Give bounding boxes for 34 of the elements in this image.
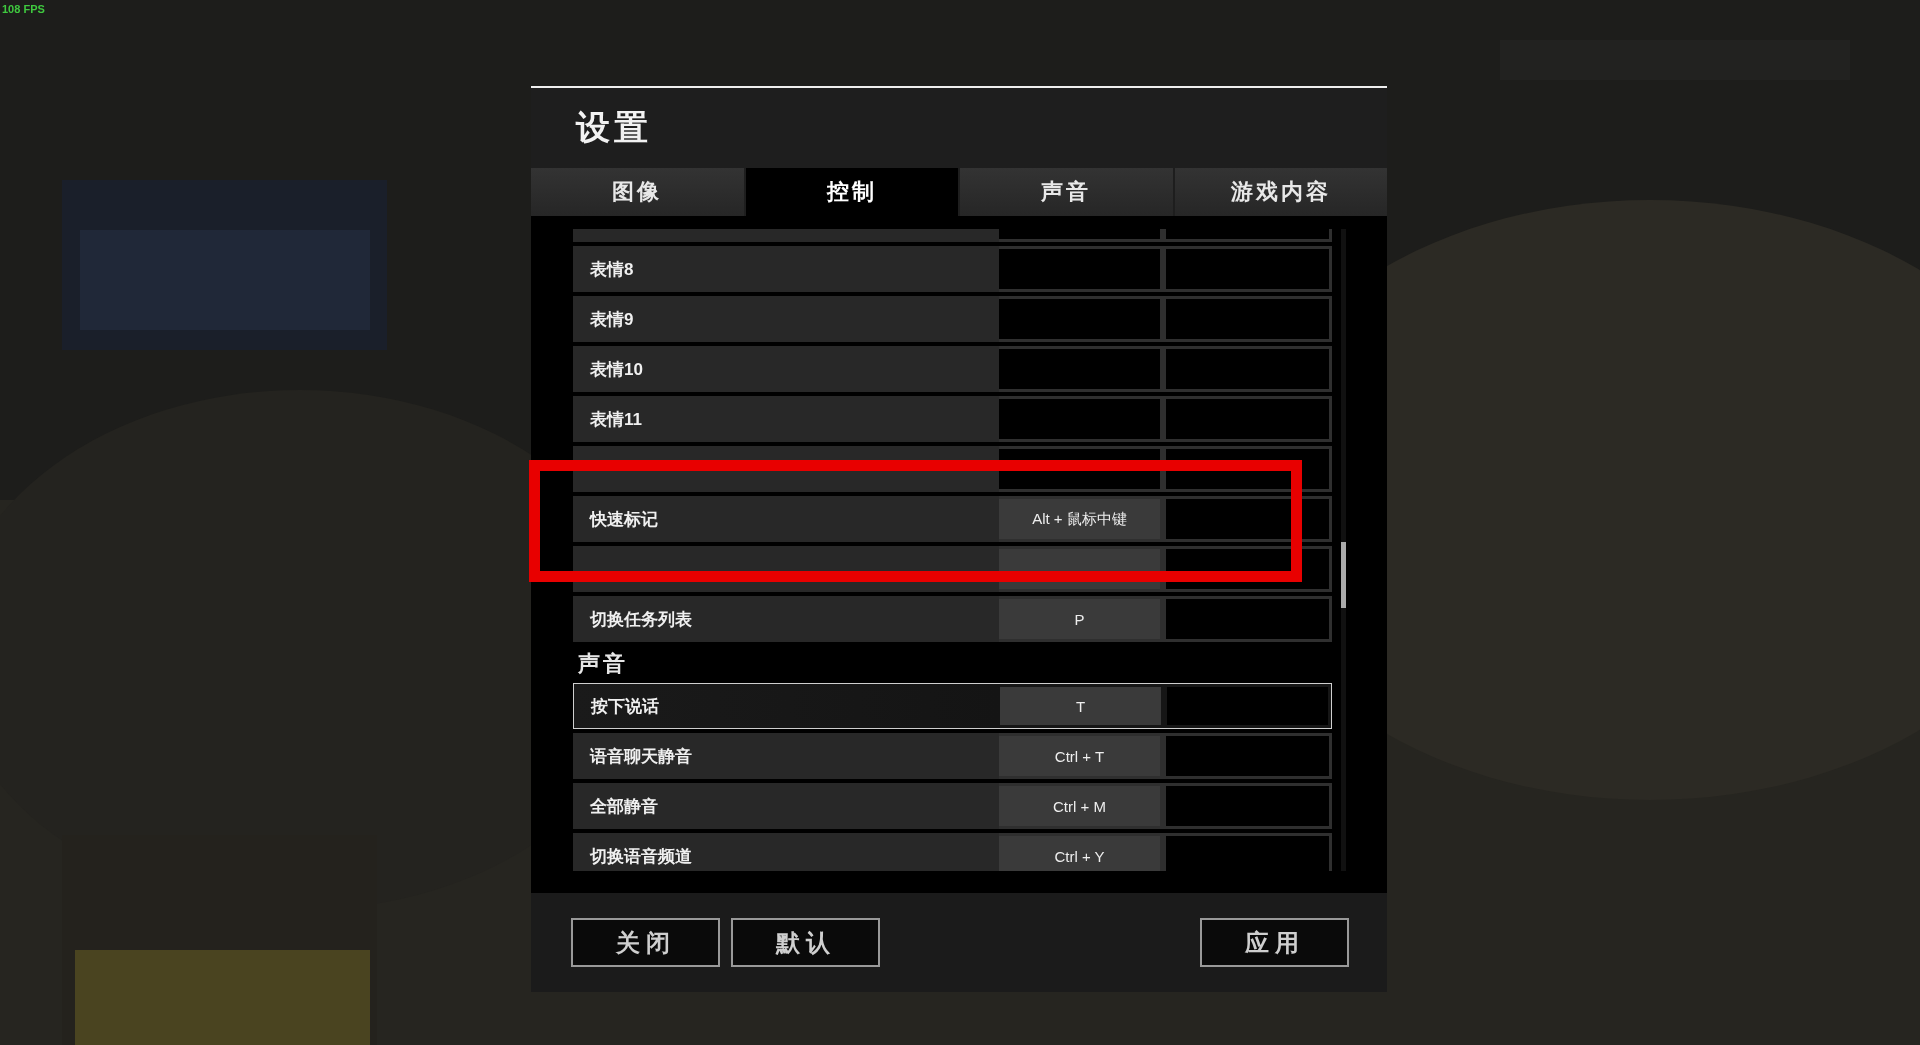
tab[interactable]: 游戏内容 [1174,168,1387,216]
footer-button[interactable]: 默认 [731,918,880,967]
tab[interactable]: 声音 [960,168,1173,216]
key-binding[interactable]: Ctrl + M [999,786,1160,826]
key-binding[interactable]: Ctrl + Y [999,836,1160,871]
binding-row[interactable]: 切换语音频道 Ctrl + Y [573,833,1332,871]
footer-button[interactable]: 关闭 [571,918,720,967]
binding-label: 快速标记 [590,508,658,531]
tab[interactable]: 控制 [745,168,958,216]
scrollbar-thumb[interactable] [1341,542,1346,608]
binding-label: 全部静音 [590,795,658,818]
binding-label: 表情8 [590,258,634,281]
binding-label: 语音聊天静音 [590,745,692,768]
binding-row[interactable]: 语音聊天静音 Ctrl + T [573,733,1332,779]
section-heading: 声音 [577,650,629,678]
binding-row[interactable]: 切换任务列表 P [573,596,1332,642]
binding-label: 按下说话 [591,695,659,718]
footer-button[interactable]: 应用 [1200,918,1349,967]
dialog-title: 设置 [576,107,652,148]
key-binding[interactable] [1166,499,1329,539]
key-binding[interactable]: P [999,599,1160,639]
key-binding[interactable]: T [1000,687,1161,725]
binding-row[interactable]: 快速标记 Alt + 鼠标中键 [573,496,1332,542]
binding-label: 切换语音频道 [590,845,692,868]
key-binding[interactable]: Ctrl + T [999,736,1160,776]
binding-label: 表情9 [590,308,634,331]
binding-label: 表情10 [590,358,643,381]
binding-row[interactable]: 全部静音 Ctrl + M [573,783,1332,829]
binding-row[interactable]: 按下说话 T [573,683,1332,729]
fps-counter: 108 FPS [2,3,45,15]
key-binding[interactable]: Alt + 鼠标中键 [999,499,1160,539]
binding-label: 表情11 [590,408,642,431]
tab[interactable]: 图像 [531,168,744,216]
binding-label: 切换任务列表 [590,608,692,631]
